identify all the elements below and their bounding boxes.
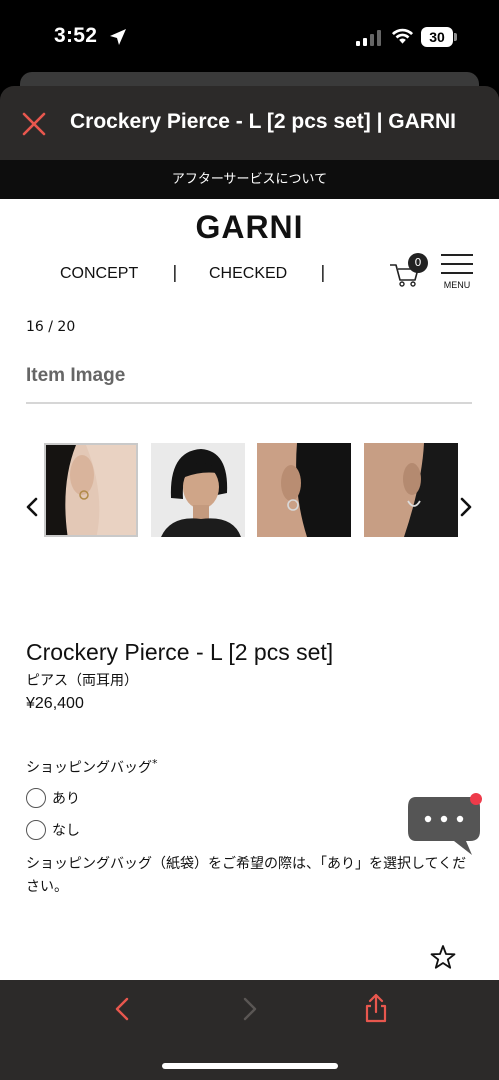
menu-line: [441, 254, 473, 256]
gallery-thumbnail-3[interactable]: [257, 443, 351, 537]
cart-count-badge: 0: [408, 253, 428, 273]
model-portrait-image: [151, 443, 245, 537]
browser-sheet-header: Crockery Pierce - L [2 pcs set] | GARNI: [0, 86, 499, 160]
product-name: Crockery Pierce - L [2 pcs set]: [26, 639, 334, 665]
gallery-thumbnail-2[interactable]: [151, 443, 245, 537]
battery-tip: [454, 33, 457, 41]
radio-bag-no-label[interactable]: なし: [52, 820, 80, 840]
menu-label: MENU: [443, 280, 471, 290]
item-image-heading: Item Image: [26, 365, 126, 386]
nav-checked[interactable]: CHECKED: [209, 265, 287, 283]
radio-bag-yes[interactable]: [26, 788, 46, 808]
chat-bubble-icon[interactable]: [406, 791, 484, 861]
menu-button[interactable]: MENU: [440, 254, 474, 292]
product-price: ¥26,400: [26, 695, 84, 712]
cart-button[interactable]: 0: [388, 253, 428, 289]
location-arrow-icon: [110, 29, 126, 45]
forward-icon[interactable]: [238, 994, 262, 1024]
earring-closeup-image: [46, 445, 136, 535]
section-divider: [26, 402, 472, 404]
menu-line: [441, 263, 473, 265]
ear-hoop-image: [257, 443, 351, 537]
back-icon[interactable]: [110, 994, 134, 1024]
home-indicator[interactable]: [162, 1063, 338, 1069]
shopping-bag-label: ショッピングバッグ*: [26, 757, 158, 777]
ear-profile-image: [364, 443, 458, 537]
browser-toolbar: [0, 980, 499, 1080]
star-icon[interactable]: [429, 943, 457, 971]
wifi-icon: [391, 28, 414, 44]
nav-separator: |: [172, 263, 178, 283]
chevron-left-icon[interactable]: [24, 496, 40, 518]
page-title: Crockery Pierce - L [2 pcs set] | GARNI: [70, 110, 456, 133]
nav-separator: |: [320, 263, 326, 283]
gallery-thumbnail-4[interactable]: [364, 443, 458, 537]
battery-level: 30: [421, 27, 453, 47]
menu-line: [441, 272, 473, 274]
chevron-right-icon[interactable]: [458, 496, 474, 518]
gallery-thumbnail-1[interactable]: [44, 443, 138, 537]
close-icon[interactable]: [20, 110, 48, 138]
status-time: 3:52: [54, 24, 98, 47]
radio-bag-no[interactable]: [26, 820, 46, 840]
brand-logo[interactable]: GARNI: [0, 209, 499, 246]
after-service-banner[interactable]: アフターサービスについて: [0, 160, 499, 199]
image-counter: 16 / 20: [26, 319, 76, 335]
required-mark: *: [152, 757, 158, 770]
web-page: GARNI CONCEPT | CHECKED | 0 MENU 16 / 20…: [0, 199, 499, 980]
nav-concept[interactable]: CONCEPT: [60, 265, 138, 283]
cellular-signal-icon: [356, 30, 381, 46]
shopping-bag-label-text: ショッピングバッグ: [26, 760, 152, 776]
status-bar: 3:52 30: [0, 0, 499, 76]
battery-indicator: 30: [421, 27, 457, 47]
share-icon[interactable]: [363, 992, 389, 1024]
product-category: ピアス（両耳用）: [26, 673, 138, 689]
radio-bag-yes-label[interactable]: あり: [52, 788, 80, 808]
